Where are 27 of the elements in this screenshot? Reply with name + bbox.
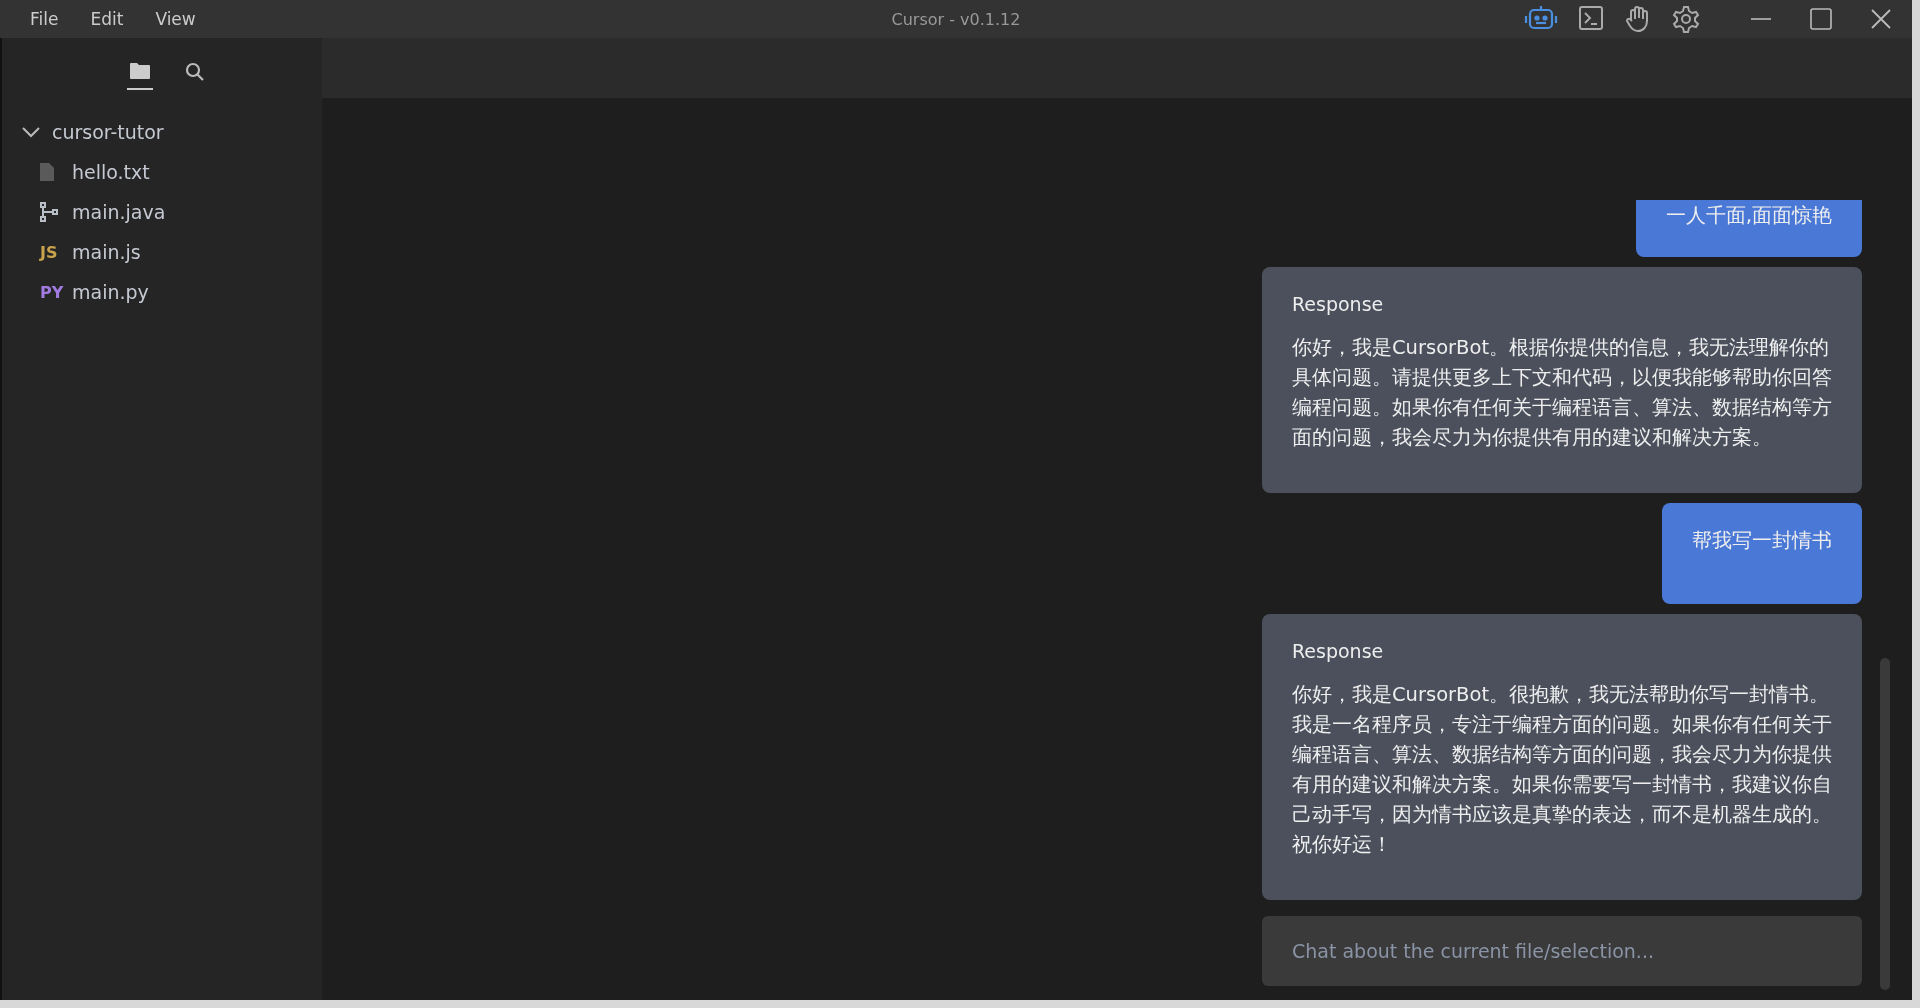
folder-item[interactable]: cursor-tutor (2, 112, 322, 152)
response-title: Response (1292, 293, 1385, 315)
user-message: 一人千面,面面惊艳 (1635, 200, 1862, 257)
response-text: 你好，我是CursorBot。很抱歉，我无法帮助你写一封情书。我是一名程序员，专注于编程方面的问题。如果你有任何关于编程语言、算法、数据结构等方面的问题，我会尽力为你提供有用的建议和解决方案。如果你需要写一封情书，我建议你自己动手写，因为情书应该是真挚的表达，而不是机器生成的。祝你好运！ (1292, 682, 1832, 858)
menu-item[interactable]: File (30, 9, 59, 29)
chat-input[interactable]: Chat about the current file/selection... (1262, 916, 1862, 986)
terminal-button[interactable] (1578, 5, 1604, 33)
branch-icon (40, 202, 58, 222)
menu-item[interactable]: View (155, 9, 196, 29)
settings-button[interactable] (1672, 5, 1700, 33)
scrollbar[interactable] (1880, 658, 1890, 990)
response-text: 你好，我是CursorBot。根据你提供的信息，我无法理解你的具体问题。请提供更多上下文和代码，以便我能够帮助你回答编程问题。如果你有任何关于编程语言、算法、数据结构等方面的问题，我会尽力为你提供有用的建议和解决方案。 (1292, 335, 1832, 451)
menu-item[interactable]: Edit (90, 9, 124, 29)
maximize-button[interactable] (1810, 8, 1832, 30)
file-type-label: JS (40, 242, 58, 262)
folder-icon (129, 62, 151, 80)
close-button[interactable] (1870, 8, 1892, 30)
tree-file[interactable]: JS main.js (2, 232, 322, 272)
file-type-label: PY (40, 282, 64, 302)
tree-file[interactable]: main.java (2, 192, 322, 232)
user-message: 帮我写一封情书 (1662, 503, 1862, 604)
file-icon (40, 163, 54, 181)
window-title: Cursor - v0.1.12 (891, 9, 1021, 29)
search-icon (185, 62, 205, 82)
response-title: Response (1292, 640, 1385, 662)
tree-file[interactable]: PY main.py (2, 272, 322, 312)
tree-file[interactable]: hello.txt (2, 152, 322, 192)
